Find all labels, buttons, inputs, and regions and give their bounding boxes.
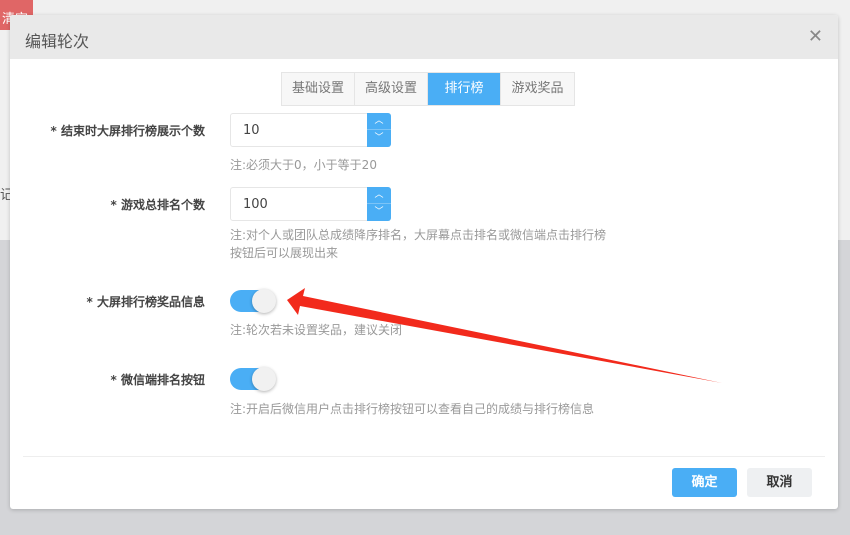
annotation-arrow-icon xyxy=(287,288,722,383)
